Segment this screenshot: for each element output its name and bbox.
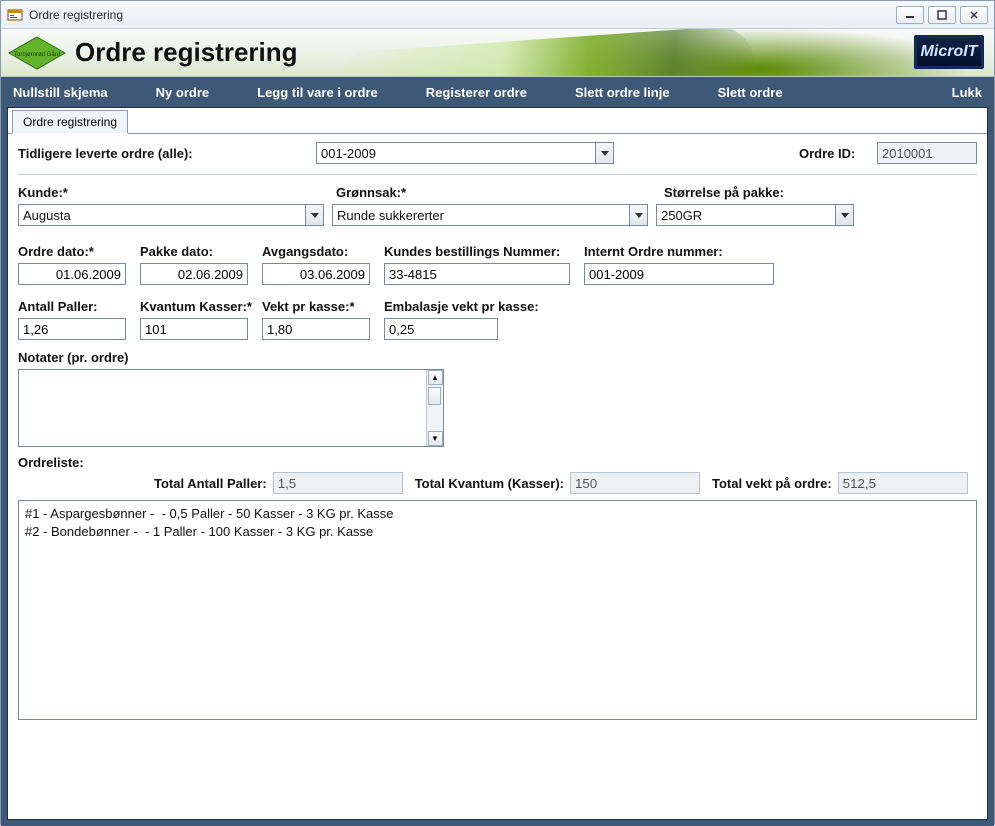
list-item[interactable]: #1 - Aspargesbønner - - 0,5 Paller - 50 … (25, 505, 970, 523)
gronnsak-value: Runde sukkererter (333, 208, 629, 223)
slett-ordre-linje-button[interactable]: Slett ordre linje (575, 85, 670, 100)
chevron-down-icon[interactable] (629, 205, 647, 225)
brand-logo: MicroIT (914, 35, 984, 69)
content-frame: Ordre registrering Tidligere leverte ord… (7, 107, 988, 820)
tidligere-value: 001-2009 (317, 146, 595, 161)
storrelse-value: 250GR (657, 208, 835, 223)
avgangsdato-label: Avgangsdato: (262, 244, 370, 259)
storrelse-select[interactable]: 250GR (656, 204, 854, 226)
best-label: Kundes bestillings Nummer: (384, 244, 570, 259)
kvantum-field[interactable] (140, 318, 248, 340)
scroll-thumb[interactable] (428, 387, 441, 405)
ordreid-label: Ordre ID: (799, 146, 869, 161)
internt-label: Internt Ordre nummer: (584, 244, 723, 259)
tot-paller-field (273, 472, 403, 494)
pakkedato-label: Pakke dato: (140, 244, 248, 259)
ordredato-field[interactable] (18, 263, 126, 285)
scroll-up-icon[interactable]: ▲ (428, 370, 443, 385)
kunde-select[interactable]: Augusta (18, 204, 324, 226)
gronnsak-label: Grønnsak:* (336, 185, 656, 200)
tab-ordre-registrering[interactable]: Ordre registrering (12, 110, 128, 134)
scroll-down-icon[interactable]: ▼ (428, 431, 443, 446)
tab-strip: Ordre registrering (8, 108, 987, 134)
logo-icon: Torbjørnrød Gård (7, 35, 67, 71)
storrelse-label: Størrelse på pakke: (664, 185, 784, 200)
internt-field[interactable] (584, 263, 774, 285)
pakkedato-field[interactable] (140, 263, 248, 285)
vekt-field[interactable] (262, 318, 370, 340)
window-title: Ordre registrering (29, 8, 123, 22)
chevron-down-icon[interactable] (305, 205, 323, 225)
tot-vekt-field (838, 472, 968, 494)
ordreid-field (877, 142, 977, 164)
notater-textarea[interactable]: ▲ ▼ (18, 369, 444, 447)
frame-wrap: Ordre registrering Tidligere leverte ord… (1, 107, 994, 826)
chevron-down-icon[interactable] (595, 143, 613, 163)
chevron-down-icon[interactable] (835, 205, 853, 225)
ordredato-label: Ordre dato:* (18, 244, 126, 259)
best-field[interactable] (384, 263, 570, 285)
notes-scrollbar[interactable]: ▲ ▼ (426, 370, 443, 446)
kunde-label: Kunde:* (18, 185, 328, 200)
nullstill-button[interactable]: Nullstill skjema (13, 85, 108, 100)
logo-text: Torbjørnrød Gård (14, 51, 60, 58)
divider (18, 174, 977, 175)
tot-kvantum-label: Total Kvantum (Kasser): (415, 476, 564, 491)
list-item[interactable]: #2 - Bondebønner - - 1 Paller - 100 Kass… (25, 523, 970, 541)
gronnsak-select[interactable]: Runde sukkererter (332, 204, 648, 226)
tot-paller-label: Total Antall Paller: (154, 476, 267, 491)
paller-label: Antall Paller: (18, 299, 126, 314)
embalasje-field[interactable] (384, 318, 498, 340)
banner: Torbjørnrød Gård Ordre registrering Micr… (1, 29, 994, 77)
tot-kvantum-field (570, 472, 700, 494)
titlebar: Ordre registrering (1, 1, 994, 29)
vekt-label: Vekt pr kasse:* (262, 299, 370, 314)
toolbar: Nullstill skjema Ny ordre Legg til vare … (1, 77, 994, 107)
app-icon (7, 7, 23, 23)
avgangsdato-field[interactable] (262, 263, 370, 285)
kvantum-label: Kvantum Kasser:* (140, 299, 248, 314)
paller-field[interactable] (18, 318, 126, 340)
notater-label: Notater (pr. ordre) (18, 350, 129, 365)
totals-row: Total Antall Paller: Total Kvantum (Kass… (18, 472, 977, 494)
legg-til-vare-button[interactable]: Legg til vare i ordre (257, 85, 378, 100)
registerer-ordre-button[interactable]: Registerer ordre (426, 85, 527, 100)
tidligere-select[interactable]: 001-2009 (316, 142, 614, 164)
minimize-button[interactable] (896, 6, 924, 24)
tidligere-label: Tidligere leverte ordre (alle): (18, 146, 308, 161)
ordreliste-label: Ordreliste: (18, 455, 977, 470)
ny-ordre-button[interactable]: Ny ordre (156, 85, 209, 100)
tot-vekt-label: Total vekt på ordre: (712, 476, 832, 491)
page-title: Ordre registrering (75, 37, 298, 68)
lukk-button[interactable]: Lukk (952, 85, 982, 100)
embalasje-label: Embalasje vekt pr kasse: (384, 299, 539, 314)
form-area: Tidligere leverte ordre (alle): 001-2009… (8, 134, 987, 730)
kunde-value: Augusta (19, 208, 305, 223)
orderlist-box[interactable]: #1 - Aspargesbønner - - 0,5 Paller - 50 … (18, 500, 977, 720)
maximize-button[interactable] (928, 6, 956, 24)
window: Ordre registrering Torbjørnrød Gård Ordr… (0, 0, 995, 825)
close-button[interactable] (960, 6, 988, 24)
slett-ordre-button[interactable]: Slett ordre (718, 85, 783, 100)
